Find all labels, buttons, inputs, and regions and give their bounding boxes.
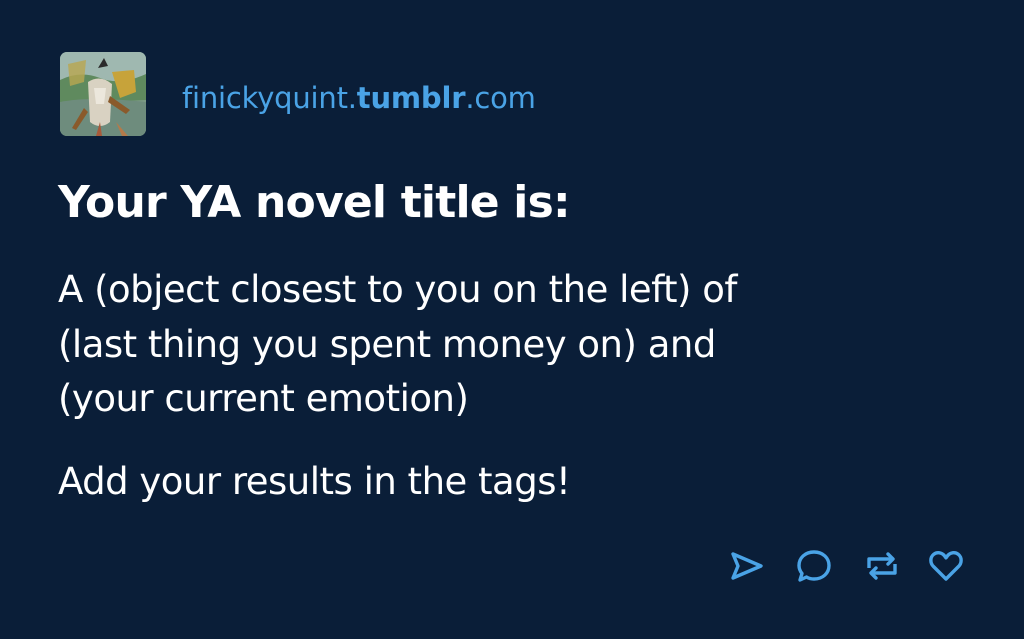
body-line: (your current emotion) [58, 377, 469, 420]
post-title: Your YA novel title is: [58, 177, 571, 228]
reblog-button[interactable] [862, 546, 902, 586]
blog-name-brand: tumblr [356, 81, 466, 115]
reply-button[interactable] [794, 546, 834, 586]
speech-bubble-icon [797, 550, 831, 582]
blog-name-prefix: finickyquint. [182, 81, 357, 115]
send-icon [731, 552, 763, 580]
post-body: A (object closest to you on the left) of… [58, 263, 958, 427]
blog-name-link[interactable]: finickyquint.tumblr.com [182, 78, 536, 118]
call-to-action: Add your results in the tags! [58, 460, 571, 503]
body-line: (last thing you spent money on) and [58, 322, 716, 366]
post-card: finickyquint.tumblr.com Your YA novel ti… [0, 0, 1024, 639]
avatar[interactable] [60, 52, 146, 136]
share-button[interactable] [726, 546, 766, 586]
body-line: A (object closest to you on the left) of [58, 268, 737, 311]
like-button[interactable] [926, 546, 966, 586]
heart-icon [929, 551, 963, 581]
post-actions [726, 546, 976, 586]
avatar-image [60, 52, 146, 136]
reblog-icon [867, 552, 897, 580]
blog-name-suffix: .com [465, 81, 536, 115]
